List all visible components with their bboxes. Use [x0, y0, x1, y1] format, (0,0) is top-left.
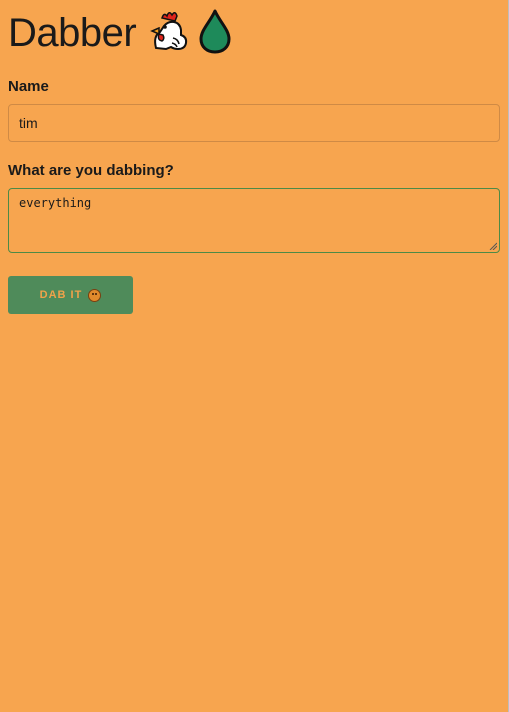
face-emoji-icon [88, 288, 102, 302]
dab-it-button[interactable]: DAB IT [8, 276, 133, 314]
dab-label: What are you dabbing? [8, 162, 174, 179]
dab-textarea-wrap: everything [8, 188, 500, 253]
title-icons [148, 8, 232, 59]
page: Dabber Name tim What are you dabbing? ev… [0, 0, 509, 712]
dab-textarea[interactable]: everything [8, 188, 500, 253]
name-input[interactable] [8, 104, 500, 142]
page-title: Dabber [8, 11, 137, 55]
dab-it-label: DAB IT [39, 289, 83, 301]
header: Dabber [8, 0, 500, 66]
droplet-icon [198, 8, 232, 59]
chicken-icon [148, 8, 194, 59]
name-label: Name [8, 78, 49, 95]
resize-grip-icon[interactable] [489, 242, 497, 250]
